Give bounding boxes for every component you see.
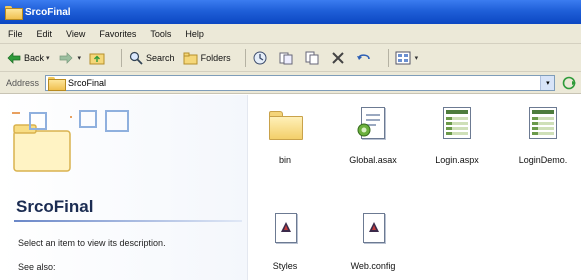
address-value: SrcoFinal	[68, 77, 107, 88]
file-item-styles[interactable]: Styles	[250, 211, 320, 271]
see-also-label: See also:	[18, 262, 56, 272]
file-name: bin	[278, 155, 291, 165]
window-title: SrcoFinal	[25, 6, 71, 18]
chevron-down-icon[interactable]: ▾	[46, 54, 50, 62]
file-name: Login.aspx	[435, 155, 479, 165]
file-name: Web.config	[350, 261, 396, 271]
task-pane: SrcoFinal Select an item to view its des…	[0, 95, 248, 280]
file-item-bin[interactable]: bin	[250, 105, 320, 165]
copy-to-icon	[304, 50, 320, 66]
folders-icon	[183, 50, 199, 66]
asax-file-icon	[353, 105, 393, 145]
chevron-down-icon[interactable]: ▾	[78, 54, 82, 62]
address-label: Address	[6, 77, 40, 88]
menu-help[interactable]: Help	[185, 29, 204, 39]
search-icon	[128, 50, 144, 66]
file-name: LoginDemo.	[518, 155, 568, 165]
up-folder-button[interactable]	[89, 50, 107, 66]
file-item-logindemo[interactable]: LoginDemo.	[508, 105, 578, 165]
chevron-down-icon[interactable]: ▾	[415, 54, 419, 62]
go-arrow-icon	[562, 76, 577, 89]
pane-divider	[14, 220, 242, 222]
menu-edit[interactable]: Edit	[37, 29, 53, 39]
file-item-login-aspx[interactable]: Login.aspx	[422, 105, 492, 165]
toolbar-divider	[121, 48, 123, 67]
folders-label: Folders	[200, 52, 231, 63]
folder-icon	[5, 6, 23, 20]
folder-icon	[265, 105, 305, 145]
menu-bar: File Edit View Favorites Tools Help	[0, 24, 581, 44]
file-list: bin Global.asax Login.aspx LoginDemo. St…	[250, 95, 581, 280]
forward-button[interactable]: ▾	[58, 50, 82, 66]
address-bar: Address SrcoFinal ▾	[0, 72, 581, 94]
history-icon	[252, 50, 268, 66]
forward-arrow-icon	[58, 50, 74, 66]
toolbar-divider	[244, 48, 246, 67]
toolbar-divider	[387, 48, 389, 67]
file-item-web-config[interactable]: Web.config	[338, 211, 408, 271]
css-file-icon	[265, 211, 305, 251]
menu-tools[interactable]: Tools	[150, 29, 171, 39]
file-name: Global.asax	[349, 155, 397, 165]
views-button[interactable]: ▾	[395, 50, 419, 66]
move-to-button[interactable]	[278, 50, 296, 66]
up-folder-icon	[89, 50, 105, 66]
pane-description: Select an item to view its description.	[18, 238, 166, 248]
search-label: Search	[146, 52, 175, 63]
config-file-icon	[353, 211, 393, 251]
address-dropdown-button[interactable]: ▾	[540, 75, 555, 90]
toolbar: Back ▾ ▾ Search Folders ▾	[0, 44, 581, 72]
back-label: Back	[24, 52, 45, 63]
go-button[interactable]	[561, 75, 581, 91]
pane-title: SrcoFinal	[16, 197, 94, 216]
menu-view[interactable]: View	[66, 29, 85, 39]
back-arrow-icon	[6, 50, 22, 66]
delete-icon	[330, 50, 346, 66]
aspx-file-icon	[437, 105, 477, 145]
back-button[interactable]: Back ▾	[6, 50, 50, 66]
file-item-global-asax[interactable]: Global.asax	[338, 105, 408, 165]
copy-to-button[interactable]	[304, 50, 322, 66]
menu-file[interactable]: File	[8, 29, 23, 39]
address-field[interactable]: SrcoFinal ▾	[45, 74, 556, 91]
delete-button[interactable]	[330, 50, 348, 66]
file-name: Styles	[272, 261, 298, 271]
undo-icon	[356, 50, 372, 66]
move-to-icon	[278, 50, 294, 66]
menu-favorites[interactable]: Favorites	[99, 29, 136, 39]
history-button[interactable]	[252, 50, 270, 66]
search-button[interactable]: Search	[128, 50, 175, 66]
folders-button[interactable]: Folders	[183, 50, 231, 66]
title-bar[interactable]: SrcoFinal	[0, 0, 581, 24]
undo-button[interactable]	[356, 50, 374, 66]
views-icon	[395, 50, 411, 66]
folder-icon	[48, 76, 67, 91]
folder-watermark-icon	[12, 110, 129, 172]
aspx-file-icon	[523, 105, 563, 145]
